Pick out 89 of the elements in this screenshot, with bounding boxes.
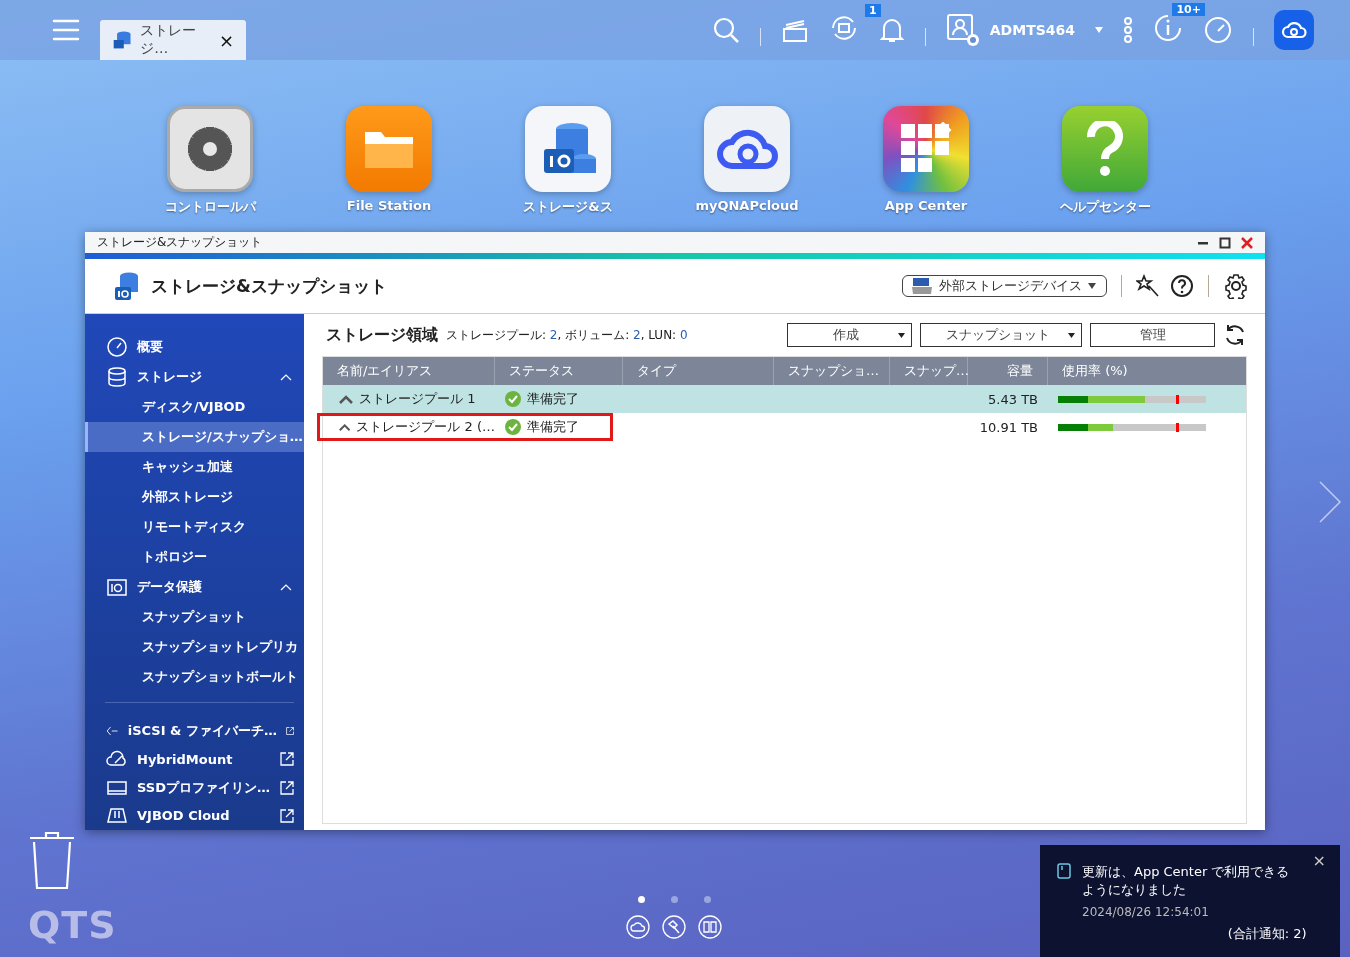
trash-icon[interactable] [28, 830, 76, 890]
external-link-icon[interactable] [280, 808, 294, 823]
sidebar-item[interactable]: スナップショット [85, 602, 304, 633]
tasks-icon[interactable] [780, 17, 809, 43]
info-icon[interactable] [1153, 13, 1183, 43]
sidebar-item[interactable]: キャッシュ加速 [85, 452, 304, 483]
search-icon[interactable] [711, 16, 740, 44]
app-title: ストレージ&スナップショット [151, 274, 387, 298]
section-title: ストレージ領域 [326, 324, 438, 346]
sidebar-link[interactable]: VJBOD Cloud [85, 801, 304, 830]
ssd-icon [106, 778, 128, 797]
external-link-icon[interactable] [280, 752, 294, 767]
help-app-icon[interactable] [1062, 106, 1148, 192]
storage-icon [113, 271, 141, 301]
expand-icon[interactable] [339, 422, 351, 432]
table-cell: 準備完了 [527, 390, 579, 408]
sidebar-item[interactable]: トポロジー [85, 542, 304, 573]
cloud-button[interactable] [1274, 10, 1314, 50]
page-dot[interactable] [637, 896, 645, 903]
cloud-app-icon[interactable] [704, 106, 790, 192]
qts-logo: QTS [28, 906, 117, 944]
refresh-icon[interactable] [1223, 323, 1247, 347]
table-cell: ストレージプール 1 [359, 390, 476, 408]
sidebar-item[interactable]: リモートディスク [85, 512, 304, 543]
help-icon[interactable] [1170, 274, 1194, 298]
check-icon [505, 419, 521, 435]
dropdown-button[interactable]: スナップショット [920, 323, 1082, 347]
close-button[interactable]: × [1312, 851, 1326, 957]
dropdown-button[interactable]: 作成 [787, 323, 912, 347]
wand-icon[interactable] [1136, 274, 1160, 298]
sidebar-link[interactable]: HybridMount [85, 745, 304, 774]
page-dot[interactable] [670, 896, 678, 903]
storage-app-icon[interactable] [525, 106, 611, 192]
more-icon[interactable] [1123, 17, 1133, 43]
expand-icon[interactable] [339, 394, 353, 404]
cloud-icon[interactable] [626, 915, 650, 939]
sidebar-item[interactable]: ストレージ/スナップショ… [85, 422, 304, 453]
column-header[interactable]: 使用率 (%) [1048, 357, 1246, 385]
camera-icon [106, 576, 128, 599]
tab-label: ストレージ… [140, 22, 198, 58]
sidebar-section[interactable]: データ保護 [85, 572, 304, 603]
table-cell: ストレージプール 2 (… [356, 418, 495, 436]
notification-message: 更新は、App Center で利用できるようになりました [1082, 863, 1291, 899]
external-link-icon[interactable] [280, 780, 294, 795]
cloud-icon [106, 750, 128, 769]
check-icon [505, 391, 521, 407]
book-icon[interactable] [698, 915, 722, 939]
sidebar-section[interactable]: ストレージ [85, 362, 304, 393]
grid-app-icon[interactable] [883, 106, 969, 192]
page-dot[interactable] [703, 896, 711, 903]
close-button[interactable] [1241, 236, 1253, 249]
notification-badge: 1 [865, 4, 881, 17]
table-cell: 準備完了 [527, 418, 579, 436]
device-dropdown[interactable]: 外部ストレージデバイス [902, 275, 1107, 297]
app-tab[interactable]: ストレージ… × [100, 20, 246, 60]
chevron-icon[interactable] [280, 373, 292, 382]
gauge-icon[interactable] [1203, 15, 1233, 45]
notification-badge: 10+ [1172, 3, 1205, 16]
maximize-button[interactable] [1219, 236, 1231, 249]
sidebar-item[interactable]: ディスク/VJBOD [85, 392, 304, 423]
notification-count: (合計通知: 2) [1227, 925, 1307, 943]
sidebar-link[interactable]: iSCSI & ファイバーチ… [85, 717, 304, 746]
drive-icon [106, 806, 128, 825]
cloud-icon [1281, 21, 1307, 39]
sidebar-link[interactable]: SSDプロファイリン… [85, 773, 304, 802]
notification-time: 2024/08/26 12:54:01 [1082, 905, 1210, 919]
table-row[interactable]: ストレージプール 2 (… 準備完了 10.91 TB [323, 413, 1246, 441]
sidebar-item[interactable]: スナップショットレプリカ [85, 632, 304, 663]
summary-text: ストレージプール: 2, ボリューム: 2, LUN: 0 [446, 326, 688, 344]
sidebar-item[interactable]: スナップショットボールト [85, 662, 304, 693]
settings-icon[interactable] [1223, 273, 1249, 299]
action-button[interactable]: 管理 [1090, 323, 1215, 347]
close-button[interactable]: × [218, 29, 234, 51]
table-row[interactable]: ストレージプール 1 準備完了 5.43 TB [323, 385, 1246, 413]
table-cell: 10.91 TB [979, 419, 1038, 435]
gauge-icon [106, 336, 128, 359]
window-title: ストレージ&スナップショット [97, 234, 263, 251]
table-cell: 5.43 TB [988, 391, 1038, 407]
database-icon [106, 366, 128, 389]
sidebar-section[interactable]: 概要 [85, 332, 304, 363]
bell-icon[interactable] [878, 16, 905, 44]
user-icon[interactable] [945, 13, 980, 47]
app-icon [1056, 863, 1072, 879]
folder-app-icon[interactable] [346, 106, 432, 192]
sidebar-item[interactable]: 外部ストレージ [85, 482, 304, 513]
drive-icon [911, 277, 933, 295]
chevron-icon[interactable] [280, 583, 292, 592]
caret-icon [1088, 283, 1096, 289]
caret-icon[interactable] [1095, 27, 1103, 33]
